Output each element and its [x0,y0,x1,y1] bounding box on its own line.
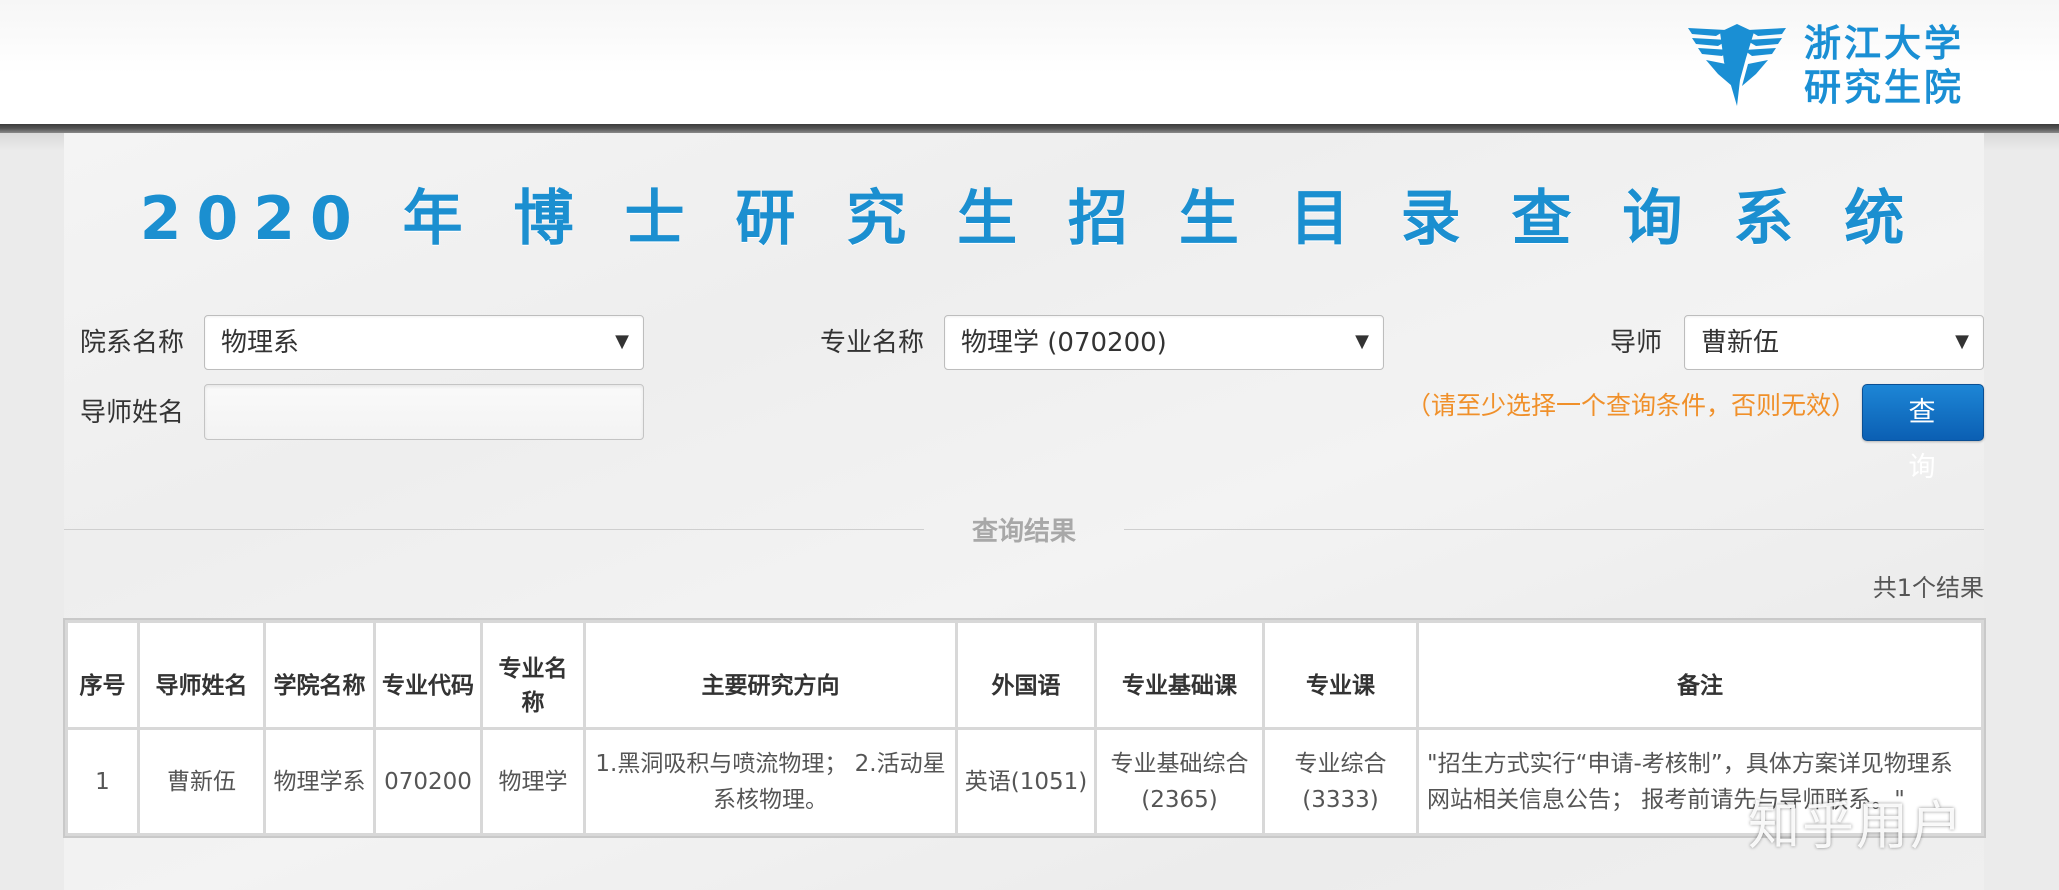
logo-wordmark: 浙江大学 研究生院 [1804,22,1994,110]
logo-line-1: 浙江大学 [1804,22,1964,65]
search-button[interactable]: 查 询 [1862,384,1984,483]
cell-major-course: 专业综合(3333) [1262,727,1419,836]
advisor-select-value: 曹新伍 [1701,328,1780,358]
department-select-value: 物理系 [221,328,300,358]
cell-major-code: 070200 [373,727,483,836]
advisor-name-input[interactable] [204,384,644,440]
cell-index: 1 [65,727,140,836]
result-count: 共1个结果 [1872,574,1984,602]
major-label: 专业名称 [820,328,925,358]
column-header-remarks: 备注 [1416,620,1984,730]
department-select[interactable]: 物理系 ▼ [204,315,644,370]
column-header-advisor-name: 导师姓名 [137,620,266,730]
results-table: 序号 导师姓名 学院名称 专业代码 专业名称 主要研究方向 外国语 专业基础课 … [65,620,1984,836]
major-select[interactable]: 物理学 (070200) ▼ [944,315,1384,370]
advisor-select[interactable]: 曹新伍 ▼ [1684,315,1984,370]
zju-graduate-school-logo[interactable]: 浙江大学 研究生院 [1686,22,1986,112]
column-header-foreign-language: 外国语 [955,620,1097,730]
column-header-major-name: 专业名称 [480,620,586,730]
department-label: 院系名称 [80,328,185,358]
cell-foreign-language: 英语(1051) [955,727,1097,836]
column-header-major-code: 专业代码 [373,620,483,730]
column-header-index: 序号 [65,620,140,730]
header-divider [0,124,2059,133]
cell-basic-course: 专业基础综合(2365) [1094,727,1265,836]
column-header-major-course: 专业课 [1262,620,1419,730]
advisor-name-label: 导师姓名 [80,398,185,428]
chevron-down-icon: ▼ [615,331,629,352]
advisor-label: 导师 [1610,328,1663,358]
column-header-research-direction: 主要研究方向 [583,620,958,730]
table-header-row: 序号 导师姓名 学院名称 专业代码 专业名称 主要研究方向 外国语 专业基础课 … [65,620,1984,730]
chevron-down-icon: ▼ [1955,331,1969,352]
logo-line-2: 研究生院 [1804,66,1964,109]
cell-research-direction: 1.黑洞吸积与喷流物理； 2.活动星系核物理。 [583,727,958,836]
cell-advisor-name: 曹新伍 [137,727,266,836]
column-header-basic-course: 专业基础课 [1094,620,1265,730]
chevron-down-icon: ▼ [1355,331,1369,352]
query-hint: （请至少选择一个查询条件，否则无效） [1406,391,1857,420]
cell-school-name: 物理学系 [263,727,376,836]
results-section-label: 查询结果 [971,517,1076,547]
zju-eagle-logo-icon [1688,24,1786,106]
divider-left [64,529,924,530]
divider-right [1124,529,1984,530]
watermark: 知乎用户 [1748,797,1965,857]
major-select-value: 物理学 (070200) [961,328,1167,358]
column-header-school-name: 学院名称 [263,620,376,730]
cell-major-name: 物理学 [480,727,586,836]
table-row: 1 曹新伍 物理学系 070200 物理学 1.黑洞吸积与喷流物理； 2.活动星… [65,727,1984,836]
page-title: 2020 年 博 士 研 究 生 招 生 目 录 查 询 系 统 [139,184,1920,254]
